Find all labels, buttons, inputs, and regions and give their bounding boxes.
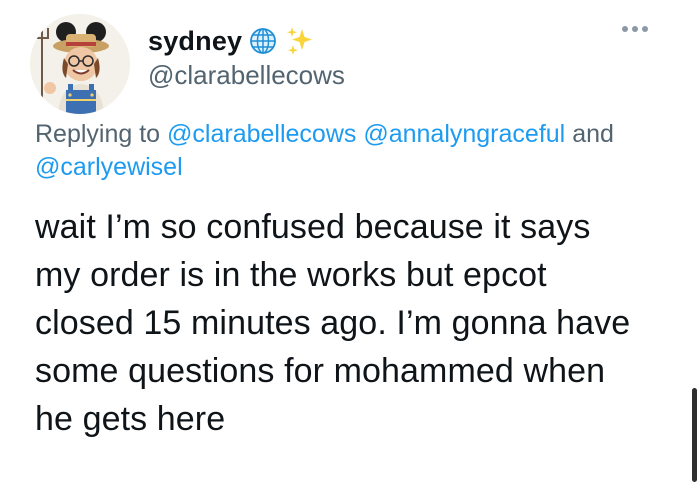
- sparkles-icon: [284, 25, 316, 57]
- more-dot: [622, 26, 628, 32]
- author-display-name[interactable]: sydney: [148, 26, 242, 57]
- tweet-text-line: some questions for mohammed when: [35, 352, 606, 390]
- author-name-row: sydney: [148, 24, 316, 58]
- mention-link[interactable]: @clarabellecows: [167, 120, 356, 148]
- tweet-text-line: closed 15 minutes ago. I’m gonna have: [35, 304, 631, 342]
- tweet-text-line: wait I’m so confused because it says: [35, 208, 591, 246]
- more-dot: [632, 26, 638, 32]
- tweet: sydney @clarabellecows Replying to @clar: [0, 0, 700, 482]
- avatar[interactable]: [30, 14, 130, 114]
- tweet-text-line: he gets here: [35, 400, 226, 438]
- replying-to-label: Replying to: [35, 120, 161, 148]
- replying-to: Replying to @clarabellecows @annalyngrac…: [35, 118, 675, 184]
- scrollbar[interactable]: [692, 388, 697, 482]
- replying-to-connector: and: [572, 120, 614, 148]
- mention-link[interactable]: @annalyngraceful: [363, 120, 565, 148]
- more-dot: [642, 26, 648, 32]
- tweet-text-line: my order is in the works but epcot: [35, 256, 547, 294]
- more-options-icon[interactable]: [622, 26, 648, 32]
- mention-link[interactable]: @carlyewisel: [35, 153, 183, 181]
- globe-icon: [248, 26, 278, 56]
- author-handle[interactable]: @clarabellecows: [148, 60, 345, 91]
- avatar-illustration-icon: [30, 14, 130, 114]
- tweet-text: wait I’m so confused because it says my …: [35, 203, 675, 443]
